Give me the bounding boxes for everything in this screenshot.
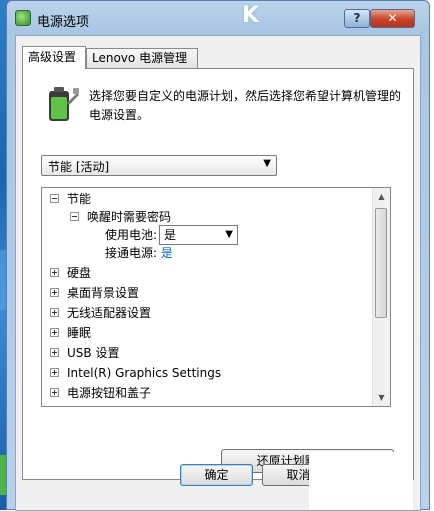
title-decoration: K (242, 3, 260, 28)
ok-button[interactable]: 确定 (180, 464, 253, 486)
tree-item[interactable]: 桌面背景设置 (50, 284, 139, 302)
tree-scrollbar[interactable]: ▲ ▼ (372, 188, 390, 406)
setting-label: 接通电源: (105, 246, 158, 260)
tab-advanced-settings[interactable]: 高级设置 (22, 46, 86, 69)
power-plan-dropdown[interactable]: 节能 [活动] ▼ (41, 155, 277, 176)
power-options-window: 电源选项 K ? ✕ 高级设置 Lenovo 电源管理 选择您要自定义的电源计划… (6, 0, 430, 511)
on-battery-value: 是 (164, 228, 177, 242)
tree-item[interactable]: Intel(R) Graphics Settings (50, 364, 221, 382)
tree-item[interactable]: 无线适配器设置 (50, 304, 151, 322)
battery-plug-icon (49, 87, 79, 121)
on-battery-dropdown[interactable]: 是 ▼ (159, 225, 238, 245)
title-bar[interactable]: 电源选项 K ? ✕ (7, 1, 429, 35)
chevron-down-icon: ▼ (225, 229, 233, 240)
window-title: 电源选项 (37, 15, 90, 30)
setting-label: 使用电池: (105, 228, 158, 242)
tree-item[interactable]: 睡眠 (50, 324, 91, 342)
tree-setting-row: 使用电池: 是 ▼ (105, 225, 238, 245)
expand-icon[interactable] (50, 328, 59, 337)
expand-icon[interactable] (50, 388, 59, 397)
scrollbar-thumb[interactable] (375, 208, 387, 318)
collapse-icon[interactable] (70, 212, 79, 221)
tree-item-label: 无线适配器设置 (67, 306, 152, 320)
tree-item[interactable]: 硬盘 (50, 264, 91, 282)
scroll-down-icon[interactable]: ▼ (373, 389, 390, 406)
tree-item-label: 硬盘 (67, 266, 92, 280)
help-button[interactable]: ? (344, 9, 370, 28)
plan-description: 选择您要自定义的电源计划，然后选择您希望计算机管理的电源设置。 (89, 89, 402, 122)
tree-item[interactable]: 电源按钮和盖子 (50, 384, 151, 402)
expand-icon[interactable] (50, 348, 59, 357)
expand-icon[interactable] (50, 368, 59, 377)
collapse-icon[interactable] (50, 194, 59, 203)
expand-icon[interactable] (50, 308, 59, 317)
tree-item[interactable]: USB 设置 (50, 344, 119, 362)
tree-item-label: Intel(R) Graphics Settings (67, 366, 222, 380)
power-plan-value: 节能 [活动] (48, 160, 110, 174)
tree-item-label: 唤醒时需要密码 (87, 210, 172, 224)
white-overlay (309, 452, 413, 510)
settings-tree[interactable]: 节能 唤醒时需要密码 使用电池: 是 ▼ 接通电源: 是 硬盘 桌面背景设置 无… (41, 187, 391, 407)
expand-icon[interactable] (50, 288, 59, 297)
tree-item[interactable]: 节能 (50, 190, 91, 208)
scroll-up-icon[interactable]: ▲ (373, 188, 390, 205)
dialog-client-area: 高级设置 Lenovo 电源管理 选择您要自定义的电源计划，然后选择您希望计算机… (15, 35, 421, 511)
chevron-down-icon: ▼ (263, 158, 271, 169)
tree-setting-row: 接通电源: 是 (105, 244, 173, 262)
tree-item-label: 桌面背景设置 (67, 286, 140, 300)
advanced-settings-panel: 选择您要自定义的电源计划，然后选择您希望计算机管理的电源设置。 节能 [活动] … (22, 68, 414, 480)
tree-item-label: USB 设置 (67, 346, 120, 360)
plugged-in-value-link[interactable]: 是 (161, 246, 173, 260)
close-button[interactable]: ✕ (370, 9, 415, 28)
tree-item[interactable]: 唤醒时需要密码 (70, 208, 171, 226)
expand-icon[interactable] (50, 268, 59, 277)
tree-item-label: 节能 (67, 192, 92, 206)
tree-item-label: 睡眠 (67, 326, 92, 340)
tree-item-label: 电源按钮和盖子 (67, 386, 152, 400)
tab-lenovo-power-management[interactable]: Lenovo 电源管理 (86, 48, 198, 68)
power-options-icon (15, 10, 31, 26)
